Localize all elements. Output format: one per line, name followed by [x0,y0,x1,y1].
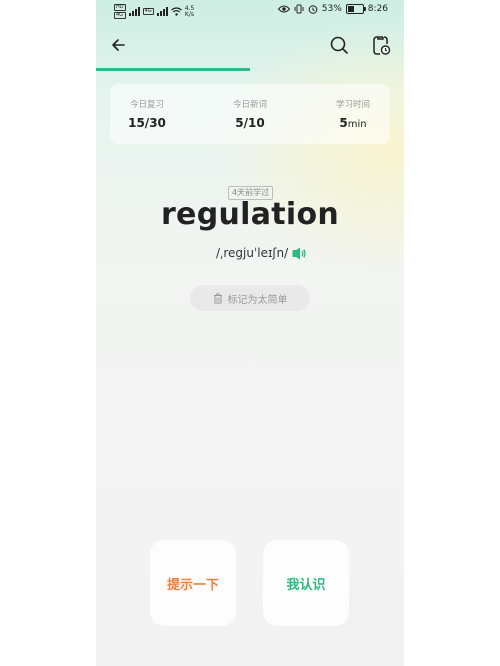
stat-time: 学习时间 5min [335,100,370,130]
battery-icon [345,4,366,14]
trash-icon [213,293,222,303]
arrow-left-icon[interactable] [108,34,130,56]
mark-too-easy-button[interactable]: 标记为太简单 [190,285,310,311]
stats-card: 今日复习 15/30 今日新词 5/10 学习时间 5min [110,84,390,144]
signal-icon-2 [156,7,168,16]
task-clock-icon[interactable] [370,34,392,56]
stat-time-value: 5 [339,116,348,130]
speaker-icon[interactable] [292,247,306,260]
sim1-badge: HD 4G [114,4,126,19]
stat-time-unit: min [347,119,367,130]
clock: 8:26 [367,4,388,14]
stat-new: 今日新词 5/10 [232,100,267,130]
vibrate-icon [294,4,304,14]
status-left: HD 4G 4G 4.5 K/s [114,4,194,19]
battery-percent: 53% [321,4,342,14]
status-bar: HD 4G 4G 4.5 K/s 53% 8:26 [96,0,404,22]
sim2-badge: 4G [142,8,154,15]
eye-icon [277,5,290,13]
network-speed: 4.5 K/s [184,4,195,18]
alarm-icon [308,5,318,14]
mark-too-easy-label: 标记为太简单 [227,294,288,306]
stat-review: 今日复习 15/30 [128,100,166,130]
search-icon[interactable] [328,34,350,56]
phonetic: /ˌregjuˈleɪʃn/ [216,246,289,260]
wifi-icon [170,7,182,16]
app-screen: HD 4G 4G 4.5 K/s 53% 8:26 今日复习 15/30 今日新… [96,0,404,666]
know-button[interactable]: 我认识 [263,540,349,626]
signal-icon [128,7,140,16]
hint-button[interactable]: 提示一下 [150,540,236,626]
status-right: 53% 8:26 [277,4,388,14]
progress-bar [96,68,250,71]
word-text: regulation [160,197,340,232]
progress-track [96,68,404,71]
